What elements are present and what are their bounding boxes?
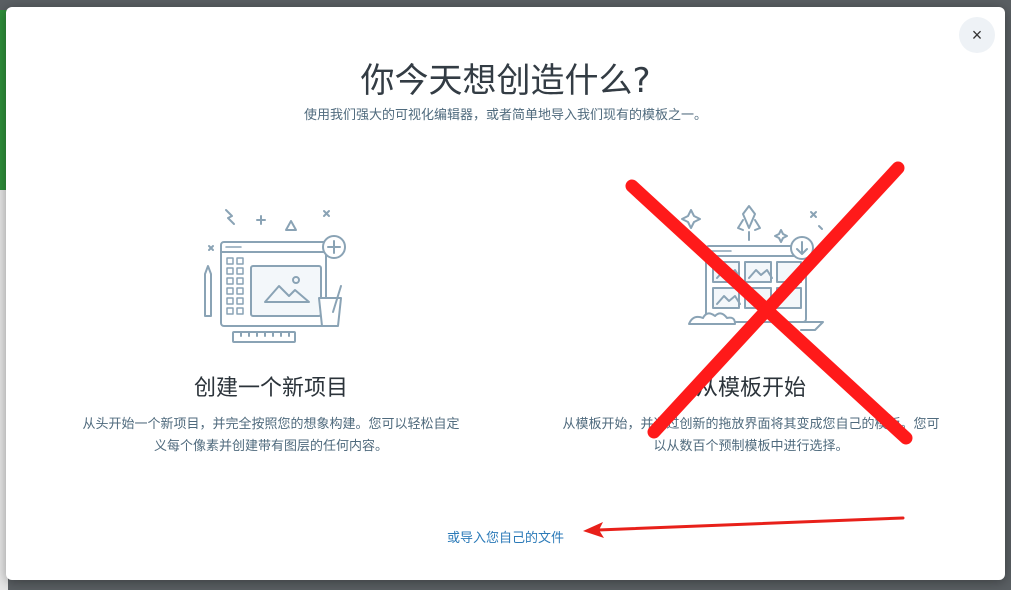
dialog-title: 你今天想创造什么? (360, 61, 651, 101)
close-button[interactable]: × (959, 17, 995, 53)
option-description: 从头开始一个新项目，并完全按照您的想象构建。您可以轻松自定义每个像素并创建带有图… (82, 417, 460, 454)
dialog-subtitle: 使用我们强大的可视化编辑器，或者简单地导入我们现有的模板之一。 (303, 108, 707, 123)
close-icon: × (971, 25, 983, 45)
create-dialog: × 你今天想创造什么? 使用我们强大的可视化编辑器，或者简单地导入我们现有的模板… (6, 7, 1005, 580)
option-title: 从模板开始 (695, 376, 806, 401)
option-new-project[interactable]: 创建一个新项目 从头开始一个新项目，并完全按照您的想象构建。您可以轻松自定义每个… (81, 202, 461, 458)
option-from-template[interactable]: 从模板开始 从模板开始，并通过创新的拖放界面将其变成您自己的模板。您可以从数百个… (561, 202, 941, 458)
option-title: 创建一个新项目 (193, 376, 348, 401)
template-rocket-icon (681, 205, 824, 331)
import-file-link[interactable]: 或导入您自己的文件 (6, 527, 1005, 546)
option-description: 从模板开始，并通过创新的拖放界面将其变成您自己的模板。您可以从数百个预制模板中进… (562, 417, 940, 454)
editor-canvas-icon (204, 209, 346, 343)
